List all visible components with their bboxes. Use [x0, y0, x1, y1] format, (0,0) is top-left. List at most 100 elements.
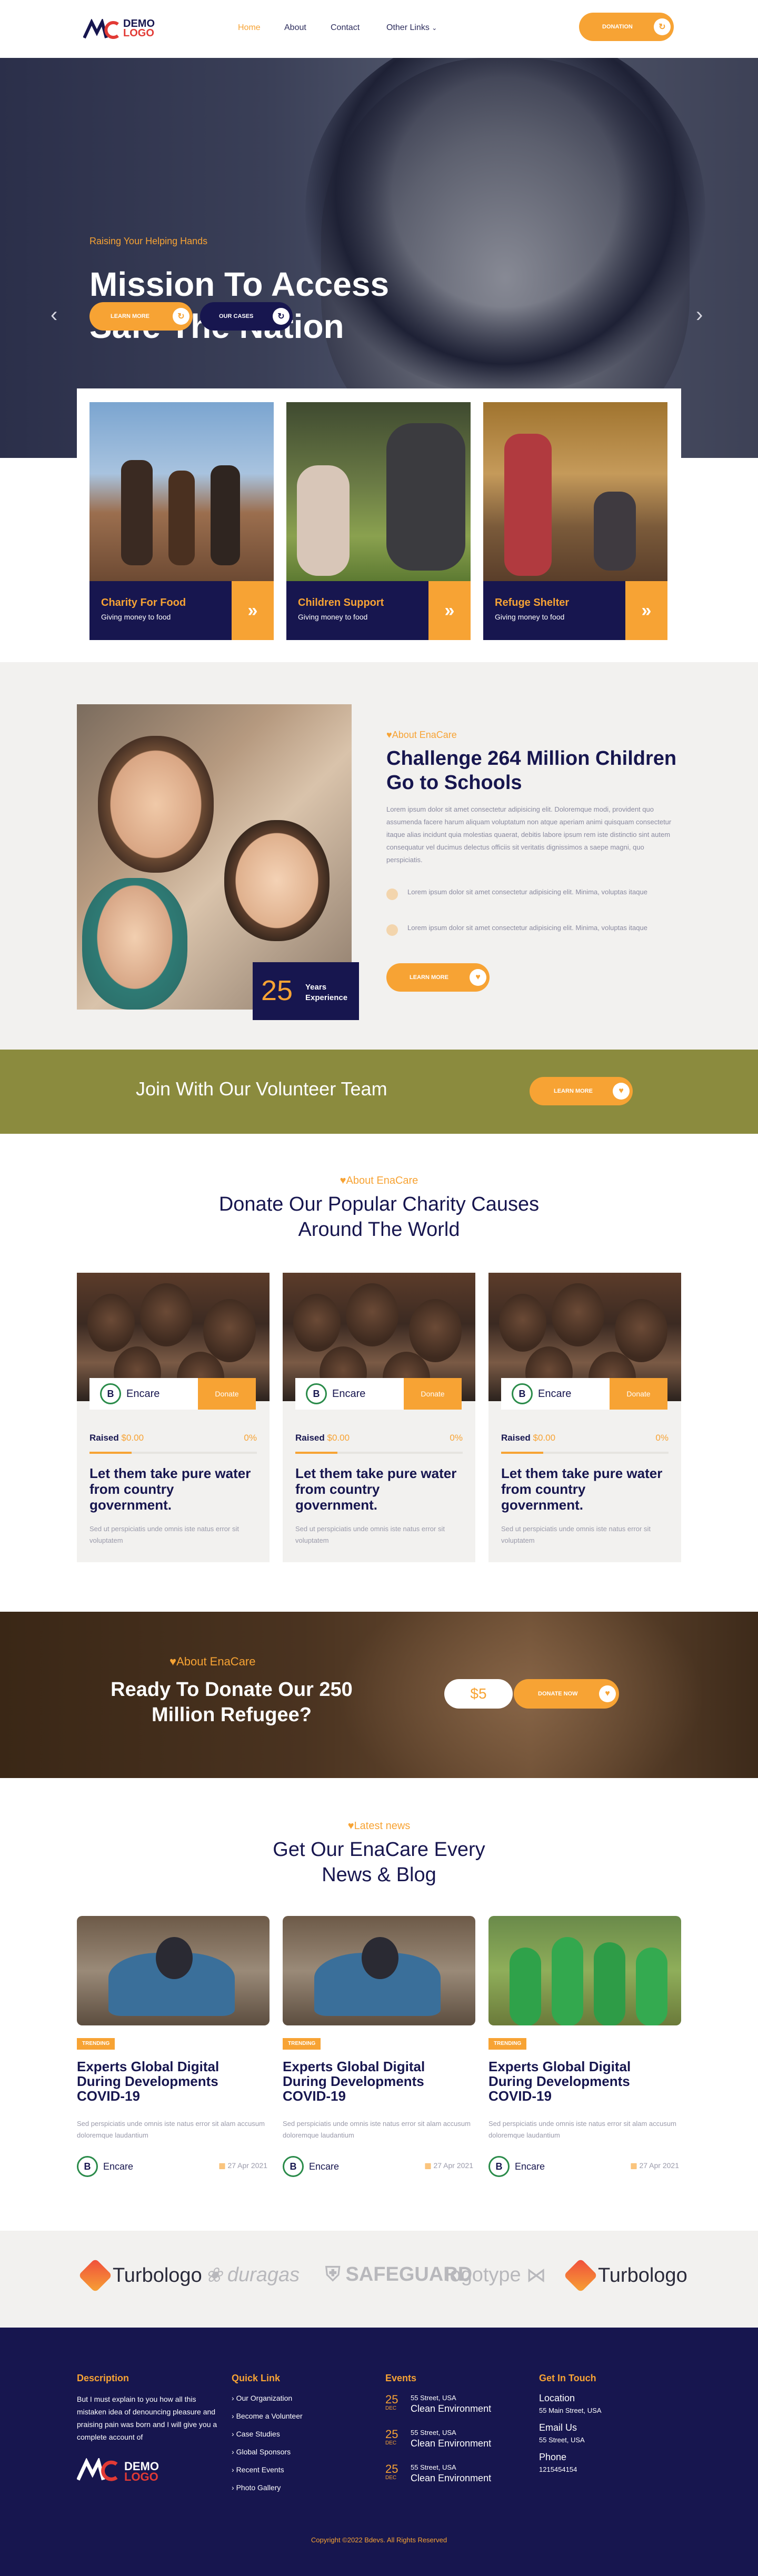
about-learn-more-button[interactable]: LEARN MORE ♥: [386, 963, 490, 992]
donate-button[interactable]: Donate: [610, 1378, 667, 1410]
news-card-title[interactable]: Experts Global Digital During Developmen…: [488, 2059, 678, 2103]
hero-learn-more-button[interactable]: LEARN MORE ↻: [89, 302, 193, 331]
news-card-title[interactable]: Experts Global Digital During Developmen…: [283, 2059, 472, 2103]
about-eyebrow-text: About EnaCare: [392, 730, 457, 740]
raised-info: Raised $0.00: [89, 1433, 144, 1443]
donate-button[interactable]: Donate: [404, 1378, 462, 1410]
nav-home[interactable]: Home: [238, 23, 261, 33]
footer-description: But I must explain to you how all this m…: [77, 2395, 217, 2441]
about-bullet-text: Lorem ipsum dolor sit amet consectetur a…: [407, 924, 647, 932]
news-card[interactable]: TRENDING Experts Global Digital During D…: [77, 1916, 270, 2190]
event-month: DEC: [385, 2475, 397, 2481]
nav-contact[interactable]: Contact: [331, 23, 360, 33]
news-date: 27 Apr 2021: [630, 2161, 679, 2170]
donation-card[interactable]: B Encare Donate Raised $0.00 0% Let them…: [283, 1273, 475, 1562]
progress-fill: [89, 1452, 132, 1454]
brand-name: logotype: [445, 2264, 521, 2286]
brand-logo[interactable]: Turbologo: [78, 2258, 202, 2293]
footer-link[interactable]: Our Organization: [232, 2394, 293, 2402]
cause-card-title: Children Support: [298, 597, 384, 608]
brand-logo[interactable]: Turbologo: [563, 2258, 687, 2293]
news-author-name: Encare: [515, 2161, 545, 2172]
progress-bar: [501, 1452, 669, 1454]
donation-card-title[interactable]: Let them take pure water from country go…: [295, 1465, 464, 1513]
news-card-title[interactable]: Experts Global Digital During Developmen…: [77, 2059, 266, 2103]
donate-banner-eyebrow-text: About EnaCare: [176, 1655, 256, 1668]
donation-card[interactable]: B Encare Donate Raised $0.00 0% Let them…: [488, 1273, 681, 1562]
slider-next-arrow-icon[interactable]: ›: [696, 303, 703, 327]
cause-card-children[interactable]: Children Support Giving money to food »: [286, 402, 471, 640]
donation-button[interactable]: DONATION ↻: [579, 13, 674, 41]
about-learn-more-label: LEARN MORE: [410, 974, 448, 981]
logo-line-2: LOGO: [123, 27, 154, 39]
donation-card-text: Sed ut perspiciatis unde omnis iste natu…: [501, 1525, 651, 1544]
news-card-image: [283, 1916, 475, 2025]
news-card-image: [77, 1916, 270, 2025]
news-eyebrow-text: Latest news: [354, 1820, 411, 1832]
footer-phone[interactable]: 1215454154: [539, 2465, 577, 2473]
heart-icon: ♥: [386, 730, 392, 740]
brand-logo[interactable]: logotype ⋈: [445, 2263, 546, 2287]
footer-logo-line-2: LOGO: [124, 2470, 158, 2483]
hero-our-cases-button[interactable]: OUR CASES ↻: [200, 302, 293, 331]
news-card[interactable]: TRENDING Experts Global Digital During D…: [283, 1916, 475, 2190]
event-title: Clean Environment: [411, 2403, 492, 2414]
bullet-dot-icon: [386, 888, 398, 900]
about-section: 25 Years Experience ♥About EnaCare Chall…: [0, 662, 758, 1050]
cause-card-shelter[interactable]: Refuge Shelter Giving money to food »: [483, 402, 667, 640]
nav-about[interactable]: About: [284, 23, 306, 33]
donation-card-title[interactable]: Let them take pure water from country go…: [89, 1465, 258, 1513]
footer-description-head: Description: [77, 2373, 129, 2383]
org-logo-icon: B: [512, 1383, 533, 1404]
footer-link[interactable]: Become a Volunteer: [232, 2412, 303, 2420]
about-bullet-text: Lorem ipsum dolor sit amet consectetur a…: [407, 888, 647, 896]
news-tag-badge[interactable]: TRENDING: [488, 2038, 527, 2050]
raised-amount: $0.00: [533, 1433, 556, 1443]
cause-card-food[interactable]: Charity For Food Giving money to food »: [89, 402, 274, 640]
donate-button[interactable]: Donate: [198, 1378, 256, 1410]
donation-card-text: Sed ut perspiciatis unde omnis iste natu…: [89, 1525, 239, 1544]
footer-logo[interactable]: DEMO LOGO: [77, 2458, 182, 2487]
site-logo[interactable]: DEMO LOGO: [83, 18, 157, 41]
donation-card[interactable]: B Encare Donate Raised $0.00 0% Let them…: [77, 1273, 270, 1562]
heart-icon: ♥: [340, 1175, 346, 1186]
double-arrow-right-icon[interactable]: »: [428, 581, 471, 640]
progress-fill: [295, 1452, 337, 1454]
donation-amount-input[interactable]: $5: [444, 1679, 513, 1709]
about-kid-image: [224, 820, 330, 941]
footer-link[interactable]: Recent Events: [232, 2465, 284, 2474]
org-logo-icon: B: [283, 2156, 304, 2177]
volunteer-learn-more-button[interactable]: LEARN MORE ♥: [530, 1077, 633, 1105]
bullet-dot-icon: [386, 924, 398, 936]
chevron-down-icon: ⌄: [432, 24, 437, 32]
donate-now-button[interactable]: DONATE NOW ♥: [514, 1679, 619, 1709]
event-title: Clean Environment: [411, 2438, 492, 2449]
news-tag-badge[interactable]: TRENDING: [77, 2038, 115, 2050]
donation-card-title[interactable]: Let them take pure water from country go…: [501, 1465, 670, 1513]
about-kid-image: [98, 736, 214, 873]
double-arrow-right-icon[interactable]: »: [232, 581, 274, 640]
footer-link[interactable]: Global Sponsors: [232, 2448, 291, 2456]
raised-percent: 0%: [450, 1433, 463, 1443]
cause-card-image: [89, 402, 274, 581]
news-card[interactable]: TRENDING Experts Global Digital During D…: [488, 1916, 681, 2190]
heart-icon: ♥: [599, 1685, 616, 1702]
slider-prev-arrow-icon[interactable]: ‹: [51, 303, 57, 327]
news-author-name: Encare: [103, 2161, 134, 2172]
footer-location: 55 Main Street, USA: [539, 2407, 602, 2414]
footer-email-head: Email Us: [539, 2422, 577, 2433]
double-arrow-right-icon[interactable]: »: [625, 581, 667, 640]
brand-logo[interactable]: ❀ duragas: [205, 2263, 300, 2287]
hero-subtitle: Raising Your Helping Hands: [89, 236, 208, 246]
logo-mark-icon: [83, 19, 119, 39]
copyright: Copyright ©2022 Bdevs. All Rights Reserv…: [311, 2536, 447, 2544]
nav-other-links[interactable]: Other Links ⌄: [386, 23, 437, 33]
donation-button-label: DONATION: [602, 24, 633, 30]
footer-link[interactable]: Photo Gallery: [232, 2483, 281, 2492]
hero-learn-more-label: LEARN MORE: [111, 313, 149, 319]
news-author: B Encare: [283, 2156, 339, 2177]
raised-label: Raised: [295, 1433, 325, 1443]
news-tag-badge[interactable]: TRENDING: [283, 2038, 321, 2050]
footer-email[interactable]: 55 Street, USA: [539, 2436, 585, 2444]
footer-link[interactable]: Case Studies: [232, 2430, 280, 2438]
